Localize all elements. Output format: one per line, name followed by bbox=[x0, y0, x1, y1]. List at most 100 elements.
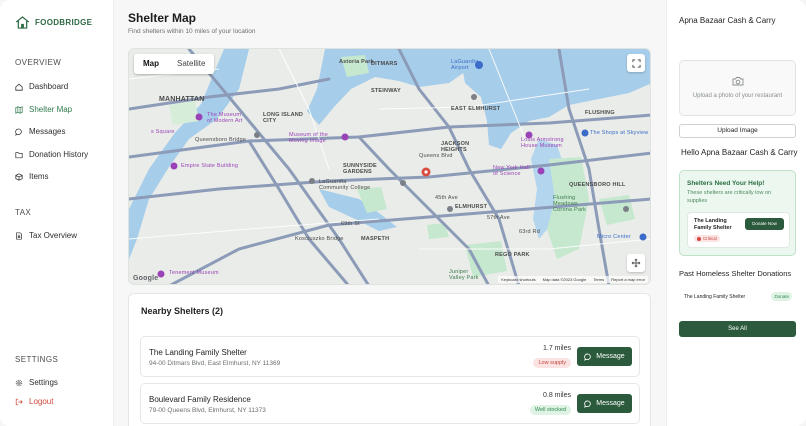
box-icon bbox=[15, 172, 23, 181]
sidebar-item-donation-history[interactable]: Donation History bbox=[15, 150, 88, 159]
map-label: LONG ISLAND CITY bbox=[263, 112, 304, 124]
past-donation-shelter: The Landing Family Shelter bbox=[684, 294, 746, 300]
overview-section-title: OVERVIEW bbox=[15, 58, 62, 67]
sidebar-item-shelter-map[interactable]: Shelter Map bbox=[15, 105, 72, 114]
map-label: Astoria Park bbox=[339, 59, 374, 65]
see-all-button[interactable]: See All bbox=[679, 321, 796, 337]
map-label: REGO PARK bbox=[495, 252, 530, 258]
map-icon bbox=[15, 105, 23, 114]
greeting: Hello Apna Bazaar Cash & Carry bbox=[681, 148, 798, 157]
map-data-credit: Map data ©2023 Google bbox=[542, 277, 587, 282]
shelters-need-help-card: Shelters Need Your Help! These shelters … bbox=[679, 170, 796, 256]
map-label: Tenement Museum bbox=[169, 270, 219, 276]
sidebar-item-settings[interactable]: Settings bbox=[15, 378, 58, 387]
map-label: ELMHURST bbox=[455, 204, 488, 210]
map-label: LaGuardia Community College bbox=[319, 179, 371, 191]
alert-dot-icon bbox=[697, 236, 701, 241]
right-panel: Apna Bazaar Cash & Carry Upload a photo … bbox=[666, 0, 806, 426]
chat-icon bbox=[15, 128, 22, 136]
message-button[interactable]: Message bbox=[577, 394, 632, 413]
critical-shelter-card: The Landing Family Shelter Critical Dona… bbox=[687, 212, 790, 248]
map-label: Micro Center bbox=[597, 234, 631, 240]
map-label: Juniper Valley Park bbox=[449, 269, 479, 281]
photo-upload-area[interactable]: Upload a photo of your restaurant bbox=[679, 60, 796, 116]
app-window: FOODBRIDGE OVERVIEW Dashboard Shelter Ma… bbox=[0, 0, 806, 426]
shelter-card[interactable]: The Landing Family Shelter 94-00 Ditmars… bbox=[140, 336, 640, 377]
map-label: JACKSON HEIGHTS bbox=[441, 141, 470, 153]
map-label: 45th Ave bbox=[435, 195, 458, 201]
shelter-distance: 0.8 miles bbox=[542, 392, 571, 399]
folder-icon bbox=[15, 151, 23, 158]
logout-button[interactable]: Logout bbox=[15, 397, 53, 406]
map-label: MANHATTAN bbox=[159, 96, 205, 103]
house-logo-icon bbox=[16, 16, 29, 29]
google-logo: Google bbox=[133, 275, 159, 282]
page-title: Shelter Map bbox=[128, 11, 197, 25]
map-label: s Square bbox=[151, 129, 175, 135]
map-tab-satellite[interactable]: Satellite bbox=[168, 54, 214, 74]
sidebar-item-label: Donation History bbox=[29, 150, 89, 159]
upload-image-button[interactable]: Upload Image bbox=[679, 124, 796, 138]
map-tab-map[interactable]: Map bbox=[134, 54, 168, 74]
map-label: 63rd Rd bbox=[519, 229, 540, 235]
shelter-address: 79-00 Queens Blvd, Elmhurst, NY 11373 bbox=[149, 407, 266, 414]
map-label: DITMARS bbox=[371, 61, 398, 67]
critical-shelter-name: The Landing Family Shelter bbox=[694, 218, 732, 231]
upload-placeholder: Upload a photo of your restaurant bbox=[692, 93, 783, 99]
sidebar-item-dashboard[interactable]: Dashboard bbox=[15, 82, 68, 91]
tax-section-title: TAX bbox=[15, 208, 32, 217]
donate-again-button[interactable]: Donate bbox=[771, 292, 792, 301]
map-label: 69th St bbox=[341, 221, 360, 227]
sidebar-item-items[interactable]: Items bbox=[15, 172, 49, 181]
map-label: FLUSHING bbox=[585, 110, 615, 116]
critical-label: Critical bbox=[703, 236, 717, 241]
status-badge: Low supply bbox=[533, 358, 571, 368]
shelter-distance: 1.7 miles bbox=[542, 345, 571, 352]
document-icon bbox=[16, 231, 22, 240]
fullscreen-button[interactable] bbox=[627, 54, 645, 72]
report-error-link[interactable]: Report a map error bbox=[611, 277, 645, 282]
map-label: The Shops at Skyview bbox=[590, 130, 649, 136]
nearby-shelters-title: Nearby Shelters (2) bbox=[141, 306, 224, 316]
chat-icon bbox=[584, 400, 592, 408]
map-label: Flushing Meadows Corona Park bbox=[553, 195, 587, 213]
move-arrows-icon bbox=[631, 258, 641, 268]
map-label: New York Hall of Science bbox=[493, 165, 530, 177]
shelter-card[interactable]: Boulevard Family Residence 79-00 Queens … bbox=[140, 383, 640, 424]
map-label: Queensboro Bridge bbox=[195, 137, 247, 143]
sidebar-item-messages[interactable]: Messages bbox=[15, 127, 65, 136]
sidebar-item-label: Tax Overview bbox=[29, 231, 78, 240]
donate-now-button[interactable]: Donate Now bbox=[745, 218, 784, 230]
past-donations-title: Past Homeless Shelter Donations bbox=[679, 269, 792, 278]
map-type-toggle: Map Satellite bbox=[134, 54, 215, 74]
shelter-map[interactable]: Astoria Park DITMARS STEINWAY LaGuardia … bbox=[128, 48, 651, 285]
sidebar-item-label: Logout bbox=[29, 397, 54, 406]
page-subtitle: Find shelters within 10 miles of your lo… bbox=[128, 28, 256, 35]
shelter-address: 94-00 Ditmars Blvd, East Elmhurst, NY 11… bbox=[149, 360, 281, 367]
nearby-shelters-panel: Nearby Shelters (2) The Landing Family S… bbox=[128, 293, 651, 426]
camera-icon bbox=[732, 77, 744, 86]
map-footer: Keyboard shortcuts Map data ©2023 Google… bbox=[498, 276, 648, 283]
map-label: QUEENSBORO HILL bbox=[569, 182, 626, 188]
settings-section-title: SETTINGS bbox=[15, 355, 59, 364]
need-help-title: Shelters Need Your Help! bbox=[687, 180, 765, 187]
sidebar-item-label: Dashboard bbox=[29, 82, 69, 91]
map-label: 57th Ave bbox=[487, 215, 510, 221]
sidebar-item-label: Messages bbox=[29, 127, 66, 136]
chat-icon bbox=[584, 353, 592, 361]
past-donation-row: The Landing Family Shelter Donate bbox=[679, 289, 796, 305]
map-label: The Museum of Modern Art bbox=[207, 112, 243, 124]
sidebar-item-label: Settings bbox=[29, 378, 58, 387]
terms-link[interactable]: Terms bbox=[593, 277, 604, 282]
keyboard-shortcuts-link[interactable]: Keyboard shortcuts bbox=[501, 277, 535, 282]
message-button[interactable]: Message bbox=[577, 347, 632, 366]
sidebar: FOODBRIDGE OVERVIEW Dashboard Shelter Ma… bbox=[0, 0, 114, 426]
sidebar-item-tax-overview[interactable]: Tax Overview bbox=[15, 231, 77, 240]
shelter-name: The Landing Family Shelter bbox=[149, 348, 247, 357]
pan-control-button[interactable] bbox=[627, 254, 645, 272]
brand-logo[interactable]: FOODBRIDGE bbox=[16, 16, 92, 29]
sidebar-item-label: Items bbox=[29, 172, 49, 181]
gear-icon bbox=[15, 379, 23, 386]
critical-badge: Critical bbox=[694, 235, 720, 242]
map-label: Queens Blvd bbox=[419, 153, 453, 159]
